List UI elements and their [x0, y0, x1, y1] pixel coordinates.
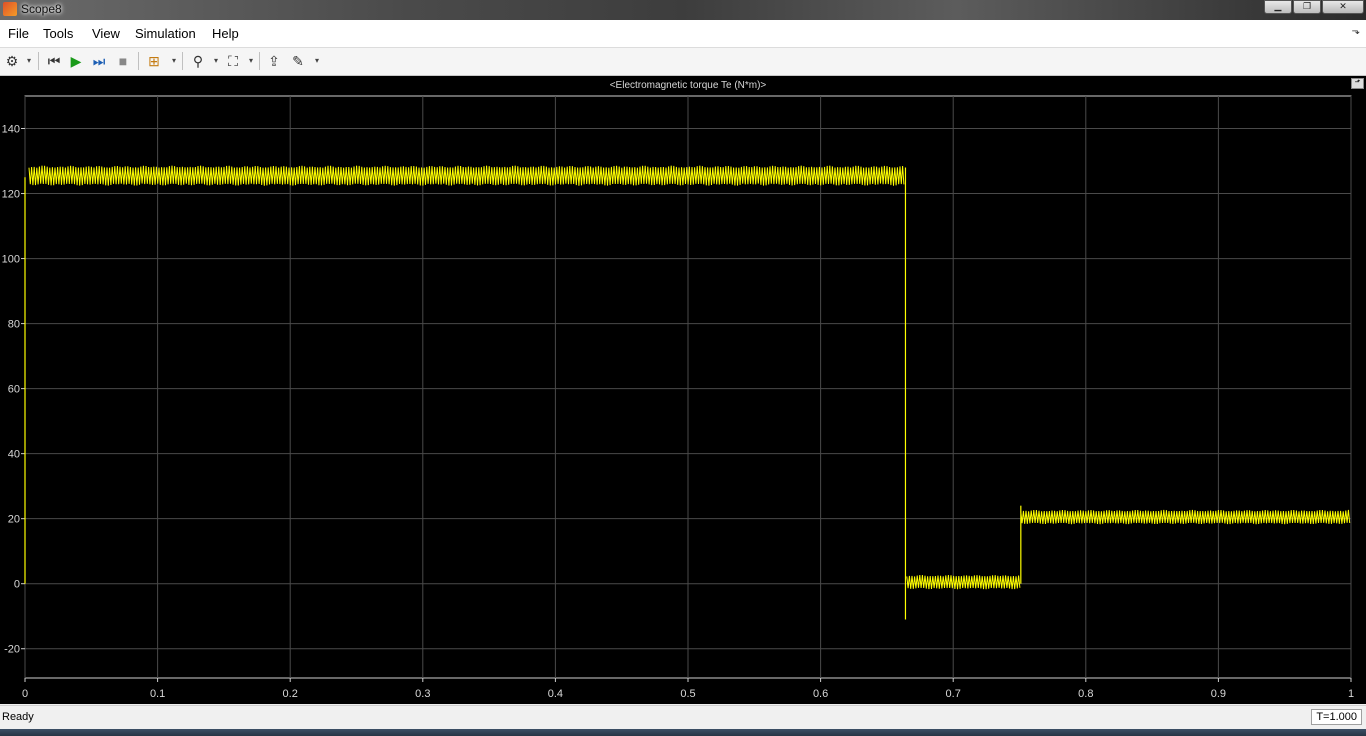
signal-selector-dropdown-icon[interactable]: ▾ [170, 53, 178, 69]
zoom-icon[interactable]: ⚲ [190, 53, 206, 69]
gear-dropdown-icon[interactable]: ▾ [25, 53, 33, 69]
menu-help[interactable]: Help [212, 26, 239, 41]
menu-simulation[interactable]: Simulation [135, 26, 196, 41]
x-tick-label: 0.4 [548, 688, 563, 700]
status-ready-text: Ready [2, 711, 34, 723]
chart-title: <Electromagnetic torque Te (N*m)> [609, 80, 767, 91]
simulation-time: T=1.000 [1311, 709, 1362, 725]
y-tick-label: 40 [8, 449, 20, 461]
x-tick-label: 0.5 [680, 688, 695, 700]
x-tick-label: 0.2 [283, 688, 298, 700]
stop-icon[interactable]: ■ [115, 53, 131, 69]
toolbar-separator [182, 52, 183, 70]
close-button[interactable]: ✕ [1322, 0, 1364, 14]
x-tick-label: 0.7 [946, 688, 961, 700]
step-back-icon[interactable]: ⏮ [46, 53, 62, 69]
window-controls: ▁ ❐ ✕ [1263, 0, 1364, 18]
x-tick-label: 0.6 [813, 688, 828, 700]
x-tick-label: 0.8 [1078, 688, 1093, 700]
minimize-button[interactable]: ▁ [1264, 0, 1292, 14]
scope-plot-area[interactable]: 0 0.1 0.2 0.3 0.4 0.5 0.6 0.7 0.8 0.9 1 -20 0 20 40 60 8… [0, 76, 1366, 704]
toolbar-separator [259, 52, 260, 70]
x-tick-label: 1 [1348, 688, 1354, 700]
menu-file[interactable]: File [8, 26, 29, 41]
x-tick-label: 0.9 [1211, 688, 1226, 700]
fit-axes-dropdown-icon[interactable]: ▾ [247, 53, 255, 69]
undock-icon[interactable]: ⬎ [1352, 26, 1360, 37]
y-tick-label: 120 [2, 189, 20, 201]
x-tick-label: 0.1 [150, 688, 165, 700]
window-title: Scope8 [21, 2, 62, 16]
scope-chart[interactable]: 0 0.1 0.2 0.3 0.4 0.5 0.6 0.7 0.8 0.9 1 -20 0 20 40 60 8… [0, 76, 1366, 704]
x-tick-label: 0.3 [415, 688, 430, 700]
style-dropdown-icon[interactable]: ▾ [313, 53, 321, 69]
y-tick-label: 0 [14, 579, 20, 591]
y-tick-label: 140 [2, 124, 20, 136]
y-tick-label: 100 [2, 254, 20, 266]
highlight-block-icon[interactable]: ⇪ [266, 53, 282, 69]
menu-bar: File Tools View Simulation Help ⬎ [0, 20, 1366, 48]
toolbar-separator [138, 52, 139, 70]
y-tick-label: -20 [4, 644, 20, 656]
y-tick-label: 20 [8, 514, 20, 526]
toolbar-separator [38, 52, 39, 70]
run-icon[interactable]: ▶ [68, 53, 84, 69]
step-forward-icon[interactable]: ⏭ [91, 53, 107, 69]
menu-view[interactable]: View [92, 26, 120, 41]
taskbar [0, 729, 1366, 736]
scope-corner-icon[interactable]: ⬏ [1351, 78, 1364, 89]
y-tick-label: 60 [8, 384, 20, 396]
style-icon[interactable]: ✎ [290, 53, 306, 69]
zoom-dropdown-icon[interactable]: ▾ [212, 53, 220, 69]
signal-selector-icon[interactable]: ⊞ [146, 53, 162, 69]
title-bar: Scope8 ▁ ❐ ✕ [0, 0, 1366, 20]
toolbar: ⚙ ▾ ⏮ ▶ ⏭ ■ ⊞ ▾ ⚲ ▾ ⛶ ▾ ⇪ ✎ ▾ [0, 48, 1366, 76]
x-tick-label: 0 [22, 688, 28, 700]
status-bar: Ready T=1.000 [0, 705, 1366, 730]
gear-icon[interactable]: ⚙ [4, 53, 20, 69]
menu-tools[interactable]: Tools [43, 26, 73, 41]
matlab-app-icon [3, 2, 17, 16]
y-tick-label: 80 [8, 319, 20, 331]
restore-button[interactable]: ❐ [1293, 0, 1321, 14]
fit-axes-icon[interactable]: ⛶ [225, 53, 241, 69]
